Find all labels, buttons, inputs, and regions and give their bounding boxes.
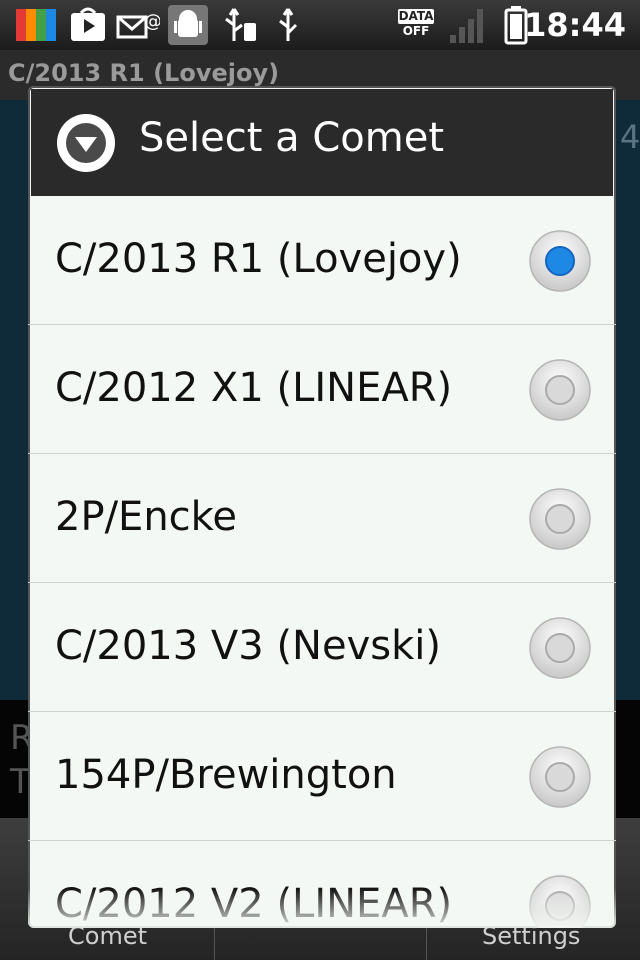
data-off-indicator: DATA OFF (398, 9, 434, 38)
status-bar: @ DATA OFF 18:44 (0, 0, 640, 50)
signal-icon (450, 9, 483, 43)
android-debug-icon (168, 5, 208, 45)
comet-option[interactable]: C/2012 X1 (LINEAR) (28, 325, 616, 454)
dialog-title: Select a Comet (139, 115, 444, 161)
select-comet-dialog: Select a Comet C/2013 R1 (Lovejoy) C/2012… (28, 86, 616, 928)
email-icon: @ (116, 11, 160, 39)
dialog-header: Select a Comet (31, 89, 613, 196)
comet-option[interactable]: 2P/Encke (28, 454, 616, 583)
clock: 18:44 (524, 6, 626, 44)
radio-selected-icon[interactable] (528, 229, 592, 293)
comet-option[interactable]: C/2013 V3 (Nevski) (28, 583, 616, 712)
play-store-icon (71, 7, 105, 41)
comet-option-label: C/2013 R1 (Lovejoy) (55, 236, 462, 282)
usb-storage-icon (225, 8, 256, 41)
scroll-fade (28, 888, 616, 928)
radio-unselected-icon[interactable] (528, 487, 592, 551)
comet-option-label: C/2012 X1 (LINEAR) (55, 365, 453, 411)
comet-option-label: 154P/Brewington (55, 752, 397, 798)
comet-option-label: C/2013 V3 (Nevski) (55, 623, 441, 669)
avg-antivirus-icon (16, 9, 56, 41)
svg-text:@: @ (144, 11, 160, 32)
info-angle: 4° (620, 118, 640, 156)
radio-unselected-icon[interactable] (528, 745, 592, 809)
comet-list: C/2013 R1 (Lovejoy) C/2012 X1 (LINEAR) 2P/… (28, 196, 616, 928)
radio-unselected-icon[interactable] (528, 616, 592, 680)
dropdown-circle-icon (57, 114, 115, 172)
radio-unselected-icon[interactable] (528, 358, 592, 422)
comet-option[interactable]: C/2013 R1 (Lovejoy) (28, 196, 616, 325)
comet-option[interactable]: 154P/Brewington (28, 712, 616, 841)
usb-icon (279, 8, 298, 41)
comet-option-label: 2P/Encke (55, 494, 238, 540)
